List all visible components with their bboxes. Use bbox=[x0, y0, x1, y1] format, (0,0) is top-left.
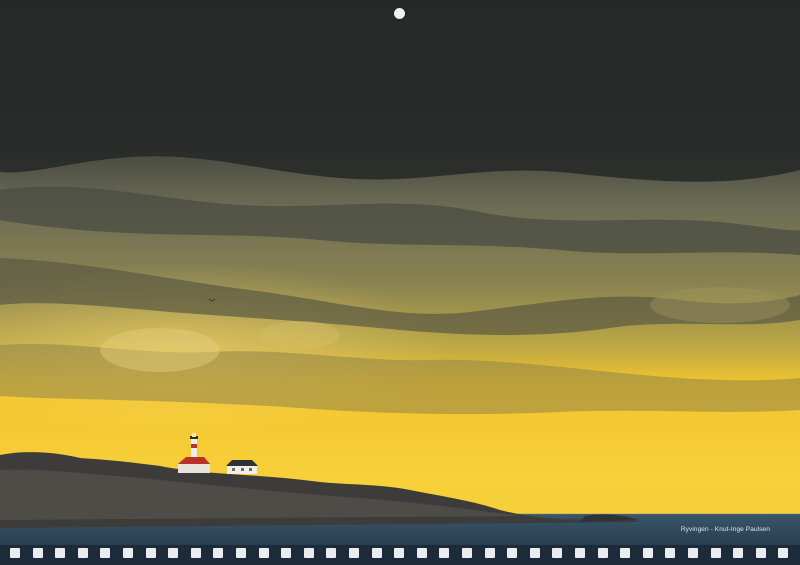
binding-hole bbox=[507, 548, 518, 558]
calendar-binding-strip bbox=[0, 545, 800, 565]
binding-hole bbox=[145, 548, 156, 558]
binding-hole bbox=[688, 548, 698, 558]
binding-hole bbox=[213, 548, 224, 558]
binding-hole bbox=[349, 548, 359, 558]
binding-hole bbox=[123, 548, 133, 558]
binding-hole bbox=[710, 548, 721, 558]
binding-hole bbox=[416, 548, 427, 558]
binding-hole bbox=[77, 548, 88, 558]
hanging-hole bbox=[394, 8, 405, 19]
binding-hole bbox=[32, 548, 43, 558]
binding-hole bbox=[100, 548, 111, 558]
lighthouse-island-photo bbox=[0, 0, 800, 554]
binding-hole bbox=[236, 548, 246, 558]
binding-hole bbox=[258, 548, 269, 558]
binding-hole bbox=[55, 548, 66, 558]
binding-hole bbox=[281, 548, 292, 558]
binding-hole bbox=[755, 548, 766, 558]
binding-hole bbox=[529, 548, 540, 558]
calendar-photo-page: Ryvingen - Knut-Inge Paulsen bbox=[0, 0, 800, 565]
binding-hole bbox=[326, 548, 337, 558]
binding-hole bbox=[642, 548, 653, 558]
binding-hole bbox=[575, 548, 585, 558]
binding-hole bbox=[597, 548, 608, 558]
binding-hole bbox=[168, 548, 179, 558]
binding-hole bbox=[190, 548, 201, 558]
binding-hole bbox=[303, 548, 314, 558]
binding-hole bbox=[371, 548, 382, 558]
binding-hole bbox=[665, 548, 676, 558]
binding-hole bbox=[394, 548, 405, 558]
dark-cloud-top bbox=[0, 0, 800, 182]
photo-caption: Ryvingen - Knut-Inge Paulsen bbox=[680, 526, 770, 533]
binding-hole bbox=[552, 548, 563, 558]
binding-hole bbox=[439, 548, 450, 558]
binding-hole bbox=[620, 548, 631, 558]
binding-hole bbox=[484, 548, 495, 558]
binding-hole bbox=[10, 548, 20, 558]
binding-hole bbox=[778, 548, 789, 558]
keepers-house bbox=[226, 460, 258, 474]
binding-hole bbox=[462, 548, 472, 558]
binding-hole bbox=[733, 548, 744, 558]
